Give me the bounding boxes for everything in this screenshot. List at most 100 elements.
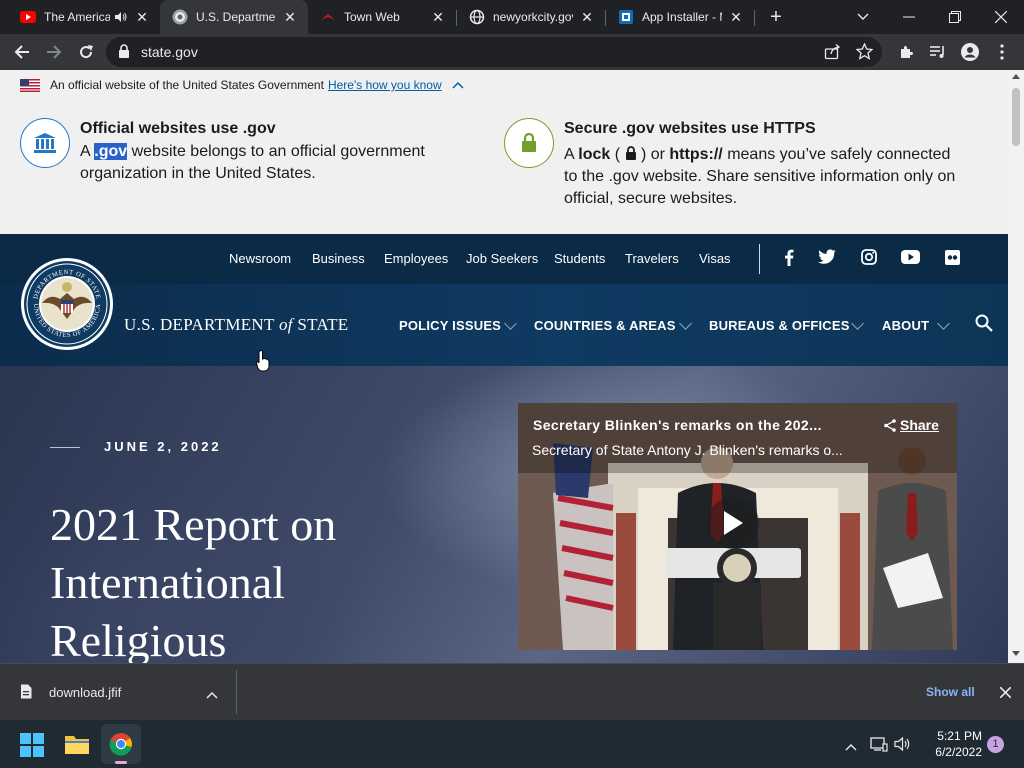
secure-line1: means you’ve safely connected (727, 146, 951, 163)
video-embed[interactable]: Secretary Blinken's remarks on the 202..… (518, 403, 957, 650)
tab-newyorkcity-gov[interactable]: newyorkcity.gov ✕ (457, 0, 605, 34)
globe-icon (469, 9, 485, 25)
tab-app-installer[interactable]: App Installer - M ✕ (606, 0, 754, 34)
nav-newsroom[interactable]: Newsroom (229, 251, 291, 266)
secure-https-heading: Secure .gov websites use HTTPS (564, 120, 816, 137)
network-icon[interactable] (870, 736, 888, 757)
tab-title: The American Legion (44, 10, 110, 24)
clock-date: 6/2/2022 (935, 745, 982, 759)
nav-about[interactable]: ABOUT (882, 318, 929, 333)
chevron-down-icon[interactable] (679, 317, 692, 330)
share-arrow-icon (884, 418, 896, 432)
show-all-button[interactable]: Show all (926, 685, 975, 699)
scrollbar-thumb[interactable] (1012, 88, 1020, 146)
heres-how-you-know-link[interactable]: Here's how you know (328, 78, 442, 92)
tab-us-department-of-state[interactable]: U.S. Department of State ✕ (160, 0, 308, 34)
restore-button[interactable] (932, 0, 978, 34)
chevron-down-icon[interactable] (504, 317, 517, 330)
page-scrollbar[interactable] (1008, 70, 1024, 663)
hero-title-line: Religious (50, 615, 227, 663)
secure-a: A (564, 146, 574, 163)
volume-icon[interactable] (894, 736, 912, 757)
lock-circle-icon (504, 118, 554, 168)
lock-icon[interactable] (118, 44, 130, 64)
close-download-bar-icon[interactable] (999, 685, 1012, 703)
close-tab-icon[interactable]: ✕ (430, 9, 446, 25)
play-button[interactable] (707, 497, 759, 549)
secure-https-word: https:// (669, 146, 723, 163)
nav-job-seekers[interactable]: Job Seekers (466, 251, 538, 266)
official-gov-heading: Official websites use .gov (80, 120, 276, 137)
tab-american-legion[interactable]: The American Legion ✕ (8, 0, 160, 34)
close-tab-icon[interactable]: ✕ (134, 9, 150, 25)
nav-countries-areas[interactable]: COUNTRIES & AREAS (534, 318, 676, 333)
reload-button[interactable] (74, 40, 98, 64)
close-tab-icon[interactable]: ✕ (728, 9, 744, 25)
chevron-up-icon[interactable] (452, 81, 464, 89)
scroll-up-arrow-icon[interactable] (1012, 74, 1020, 79)
close-tab-icon[interactable]: ✕ (579, 9, 595, 25)
chrome-menu-icon[interactable] (990, 40, 1014, 64)
hero-title[interactable]: 2021 Report on International Religious (50, 496, 470, 663)
hero-date: JUNE 2, 2022 (104, 439, 222, 454)
show-hidden-icons-chevron-icon[interactable] (845, 738, 857, 756)
tab-title: U.S. Department of State (196, 10, 276, 24)
nav-visas[interactable]: Visas (699, 251, 731, 266)
address-bar[interactable]: state.gov (106, 37, 882, 67)
extensions-icon[interactable] (894, 40, 918, 64)
twitter-icon[interactable] (818, 249, 836, 269)
notification-badge[interactable]: 1 (987, 736, 1004, 753)
youtube-social-icon[interactable] (901, 250, 920, 269)
secure-lock-word: lock (578, 146, 611, 163)
official-a: A (80, 143, 90, 160)
hand-cursor-icon (256, 350, 270, 372)
file-explorer-icon[interactable] (64, 733, 90, 760)
webpage-viewport: An official website of the United States… (0, 70, 1008, 663)
chrome-taskbar-button[interactable] (101, 724, 141, 764)
taskbar-clock[interactable]: 5:21 PM 6/2/2022 (918, 728, 982, 760)
tab-title: App Installer - M (642, 10, 722, 24)
flickr-icon[interactable] (945, 250, 960, 270)
instagram-icon[interactable] (861, 249, 877, 270)
video-share-button[interactable]: Share (884, 417, 939, 433)
nav-bureaus-offices[interactable]: BUREAUS & OFFICES (709, 318, 850, 333)
utility-nav: Newsroom Business Employees Job Seekers … (0, 234, 1008, 284)
chevron-down-icon[interactable] (937, 317, 950, 330)
search-icon[interactable] (975, 314, 993, 337)
scroll-down-arrow-icon[interactable] (1012, 651, 1020, 656)
forward-button[interactable] (42, 40, 66, 64)
audio-playing-icon[interactable] (114, 10, 128, 24)
chevron-down-icon[interactable] (851, 317, 864, 330)
minimize-button[interactable] (886, 0, 932, 34)
nav-students[interactable]: Students (554, 251, 605, 266)
site-title[interactable]: U.S. DEPARTMENT of STATE (124, 315, 348, 335)
close-window-button[interactable] (978, 0, 1024, 34)
new-tab-button[interactable]: + (766, 7, 786, 27)
tab-search-button[interactable] (840, 0, 886, 34)
department-seal-logo[interactable]: DEPARTMENT OF STATE UNITED STATES OF AME… (20, 257, 114, 356)
profile-avatar-icon[interactable] (958, 40, 982, 64)
download-divider (236, 670, 237, 714)
gov-highlight: .gov (94, 143, 128, 160)
nav-travelers[interactable]: Travelers (625, 251, 679, 266)
download-options-chevron-icon[interactable] (206, 686, 218, 704)
nav-employees[interactable]: Employees (384, 251, 448, 266)
download-bar: download.jfif Show all (0, 663, 1024, 720)
secure-https-description: A lock ( ) or https:// means you’ve safe… (564, 144, 994, 210)
nav-policy-issues[interactable]: POLICY ISSUES (399, 318, 501, 333)
download-filename[interactable]: download.jfif (49, 685, 121, 700)
tab-town-web[interactable]: Town Web ✕ (308, 0, 456, 34)
back-button[interactable] (10, 40, 34, 64)
close-tab-icon[interactable]: ✕ (282, 9, 298, 25)
facebook-icon[interactable] (784, 249, 794, 271)
nav-business[interactable]: Business (312, 251, 365, 266)
tab-separator (754, 10, 755, 26)
bookmark-star-icon[interactable] (855, 42, 874, 65)
app-installer-icon (618, 9, 634, 25)
government-building-icon (20, 118, 70, 168)
video-title[interactable]: Secretary Blinken's remarks on the 202..… (533, 417, 822, 433)
media-control-icon[interactable] (926, 40, 950, 64)
official-gov-banner: An official website of the United States… (20, 78, 464, 92)
windows-start-icon[interactable] (20, 733, 44, 762)
share-icon[interactable] (824, 43, 841, 65)
